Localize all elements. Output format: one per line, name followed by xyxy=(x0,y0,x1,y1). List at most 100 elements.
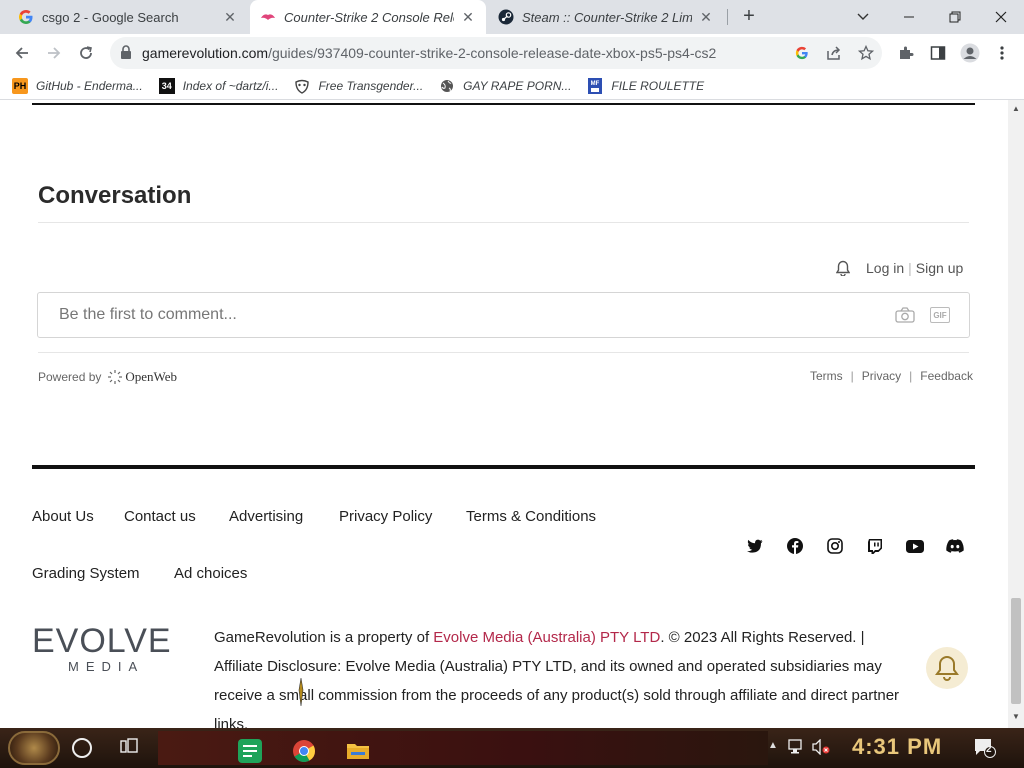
bookmark-label: FILE ROULETTE xyxy=(611,78,705,93)
youtube-icon[interactable] xyxy=(905,536,925,556)
notification-center-icon[interactable]: 2 xyxy=(974,738,996,763)
footer-link-ad-choices[interactable]: Ad choices xyxy=(174,565,247,582)
restore-button[interactable] xyxy=(932,0,978,34)
facebook-icon[interactable] xyxy=(785,536,805,556)
side-panel-icon xyxy=(930,46,946,60)
login-link[interactable]: Log in xyxy=(866,260,904,276)
footer-link-terms-conditions[interactable]: Terms & Conditions xyxy=(466,508,596,525)
footer-link-about-us[interactable]: About Us xyxy=(32,508,94,525)
show-hidden-icons[interactable]: ▲ xyxy=(768,740,778,751)
footer-link-privacy-policy[interactable]: Privacy Policy xyxy=(339,508,432,525)
gamerevolution-icon xyxy=(261,14,275,20)
affiliate-disclosure: Affiliate Disclosure: Evolve Media (Aust… xyxy=(214,658,900,728)
notification-bell-button[interactable] xyxy=(926,647,968,689)
twitter-icon[interactable] xyxy=(745,536,765,556)
auth-separator: | xyxy=(908,260,912,276)
taskbar-clock[interactable]: 4:31 PM xyxy=(852,734,942,760)
index-icon: 34 xyxy=(158,77,175,94)
page-scrollbar[interactable]: ▲ ▼ xyxy=(1008,100,1024,728)
extensions-button[interactable] xyxy=(892,39,920,67)
url-text[interactable]: gamerevolution.com/guides/937409-counter… xyxy=(142,45,772,61)
minimize-button[interactable] xyxy=(886,0,932,34)
reload-icon xyxy=(80,46,92,59)
evolve-media-link[interactable]: Evolve Media (Australia) PTY LTD xyxy=(433,629,660,646)
close-tab-icon[interactable]: ✕ xyxy=(698,9,714,26)
openweb-brand: OpenWeb xyxy=(125,369,178,384)
bookmark-github[interactable]: PH GitHub - Enderma... xyxy=(12,77,143,94)
tab-google-search[interactable]: csgo 2 - Google Search ✕ xyxy=(8,0,248,34)
scrollbar-thumb[interactable] xyxy=(1011,598,1021,704)
footer-divider xyxy=(32,465,975,469)
twitch-icon[interactable] xyxy=(865,536,885,556)
notes-app-icon[interactable] xyxy=(238,739,262,763)
feedback-link[interactable]: Feedback xyxy=(920,369,973,383)
address-bar[interactable]: gamerevolution.com/guides/937409-counter… xyxy=(110,37,882,69)
bookmark-index-of-dartz[interactable]: 34 Index of ~dartz/i... xyxy=(158,77,279,94)
conversation-divider xyxy=(38,222,969,223)
conversation-bottom-divider xyxy=(38,352,969,353)
tab-steam[interactable]: Steam :: Counter-Strike 2 Lim ✕ xyxy=(488,0,724,34)
google-lens-icon[interactable] xyxy=(790,41,814,65)
taskbar-apps xyxy=(158,731,768,765)
scroll-down-icon[interactable]: ▼ xyxy=(1012,712,1020,721)
tab-separator xyxy=(727,9,728,25)
tab-search-button[interactable] xyxy=(840,0,886,34)
volume-muted-icon[interactable] xyxy=(812,738,830,760)
new-tab-button[interactable]: + xyxy=(737,4,761,28)
chrome-app-icon[interactable] xyxy=(292,739,316,763)
gif-button[interactable]: GIF xyxy=(930,307,950,323)
search-icon[interactable] xyxy=(72,738,92,758)
forward-button[interactable] xyxy=(40,39,68,67)
close-tab-icon[interactable]: ✕ xyxy=(460,9,476,26)
page-content: Conversation Log in | Sign up Be the fir… xyxy=(0,100,1008,728)
bookmark-label: Index of ~dartz/i... xyxy=(182,78,279,93)
ph-icon: PH xyxy=(12,77,28,94)
side-panel-button[interactable] xyxy=(924,39,952,67)
avatar-icon xyxy=(960,43,980,63)
start-button[interactable] xyxy=(8,731,60,765)
tab-title: Counter-Strike 2 Console Relea xyxy=(284,9,454,25)
legal-separator: | xyxy=(909,369,913,383)
discord-icon[interactable] xyxy=(945,536,965,556)
minimize-icon xyxy=(904,16,914,18)
system-tray: ▲ 4:31 PM 2 xyxy=(768,728,1024,768)
bookmark-label: GAY RAPE PORN... xyxy=(463,78,572,93)
bookmark-file-roulette[interactable]: MF FILE ROULETTE xyxy=(587,77,705,94)
share-icon[interactable] xyxy=(822,41,846,65)
scroll-up-icon[interactable]: ▲ xyxy=(1012,104,1020,113)
footer-link-contact-us[interactable]: Contact us xyxy=(124,508,196,525)
svg-text:MF: MF xyxy=(591,81,600,87)
url-host: gamerevolution.com xyxy=(142,45,269,61)
signup-link[interactable]: Sign up xyxy=(916,260,963,276)
tab-title: Steam :: Counter-Strike 2 Lim xyxy=(522,9,692,25)
close-window-button[interactable] xyxy=(978,0,1024,34)
bookmark-star-icon[interactable] xyxy=(854,41,878,65)
bookmark-label: Free Transgender... xyxy=(318,78,424,93)
privacy-link[interactable]: Privacy xyxy=(862,369,901,383)
close-tab-icon[interactable]: ✕ xyxy=(222,9,238,26)
openweb-logo[interactable]: OpenWeb xyxy=(107,369,177,385)
instagram-icon[interactable] xyxy=(825,536,845,556)
bell-icon[interactable] xyxy=(835,260,852,277)
bookmarks-bar: PH GitHub - Enderma... 34 Index of ~dart… xyxy=(0,72,1024,100)
footer-link-grading-system[interactable]: Grading System xyxy=(32,565,140,582)
camera-icon[interactable] xyxy=(894,305,916,325)
bookmark-label: GitHub - Enderma... xyxy=(36,78,143,93)
profile-button[interactable] xyxy=(956,39,984,67)
close-icon xyxy=(995,11,1007,23)
network-icon[interactable] xyxy=(788,739,806,760)
evolve-media-logo[interactable]: EVOLVE MEDIA xyxy=(32,624,182,674)
comment-input[interactable]: Be the first to comment... GIF xyxy=(37,292,970,338)
reload-button[interactable] xyxy=(72,39,100,67)
windows-taskbar: ▲ 4:31 PM 2 xyxy=(0,728,1024,768)
tab-counter-strike-console[interactable]: Counter-Strike 2 Console Relea ✕ xyxy=(250,0,486,34)
browser-menu-button[interactable] xyxy=(988,39,1016,67)
file-explorer-icon[interactable] xyxy=(346,739,370,763)
bookmark-globe-link[interactable]: GAY RAPE PORN... xyxy=(439,78,571,94)
terms-link[interactable]: Terms xyxy=(810,369,843,383)
back-button[interactable] xyxy=(8,39,36,67)
footer-link-advertising[interactable]: Advertising xyxy=(229,508,303,525)
puzzle-icon xyxy=(900,46,914,59)
task-view-icon[interactable] xyxy=(120,738,138,759)
bookmark-free-transgender[interactable]: Free Transgender... xyxy=(294,78,423,94)
